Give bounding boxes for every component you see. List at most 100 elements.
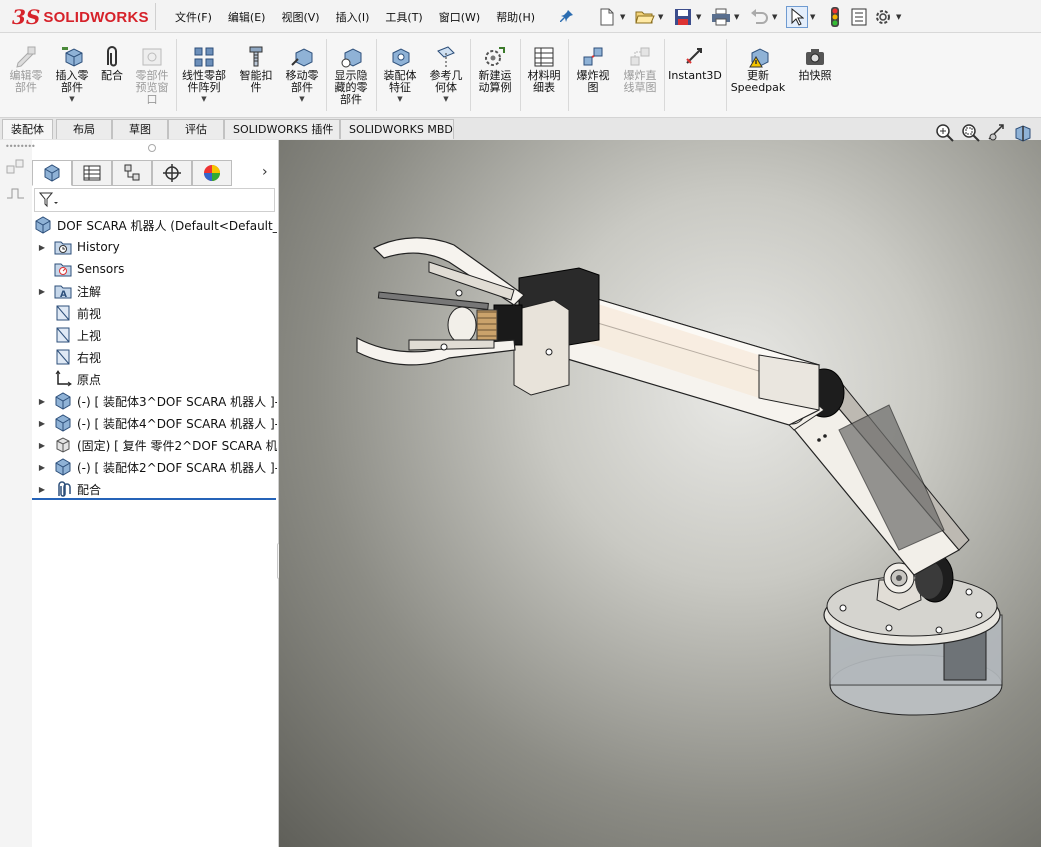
rebuild-traffic-light-icon[interactable] xyxy=(824,6,846,28)
chevron-down-icon[interactable]: ▼ xyxy=(734,13,742,21)
tree-root-node[interactable]: DOF SCARA 机器人 (Default<Default_D xyxy=(32,214,277,236)
tab-assembly[interactable]: 装配体 xyxy=(2,119,53,139)
explode-line-sketch-button[interactable]: 爆炸直线草图 xyxy=(618,37,662,115)
pin-icon[interactable] xyxy=(560,9,574,23)
chevron-right-icon[interactable]: › xyxy=(262,164,268,180)
update-speedpak-button[interactable]: 更新Speedpak xyxy=(728,37,788,115)
tab-sketch[interactable]: 草图 xyxy=(112,119,168,139)
select-pointer-icon[interactable] xyxy=(786,5,808,28)
tree-item-fixed-part[interactable]: ▶ (固定) [ 复件 零件2^DOF SCARA 机 xyxy=(32,434,277,456)
panel-grip-handle[interactable] xyxy=(148,144,156,152)
expand-arrow-icon[interactable]: ▶ xyxy=(36,419,48,428)
step-mini-icon[interactable] xyxy=(6,186,26,203)
tab-property-manager[interactable] xyxy=(72,160,112,186)
expand-arrow-icon[interactable]: ▶ xyxy=(36,441,48,450)
menu-window[interactable]: 窗口(W) xyxy=(439,9,480,25)
snapshot-button[interactable]: 拍快照 xyxy=(792,37,838,115)
tree-item-right-plane[interactable]: 右视 xyxy=(32,346,277,368)
exploded-view-button[interactable]: 爆炸视图 xyxy=(570,37,616,115)
instant3d-button[interactable]: Instant3D xyxy=(666,37,724,115)
file-properties-icon[interactable] xyxy=(848,6,870,28)
chevron-down-icon[interactable]: ▼ xyxy=(658,13,666,21)
zoom-to-fit-icon[interactable] xyxy=(934,122,956,144)
tree-item-subassembly2[interactable]: ▶ (-) [ 装配体2^DOF SCARA 机器人 ]- xyxy=(32,456,277,478)
chevron-down-icon[interactable]: ▼ xyxy=(299,95,304,103)
property-manager-icon xyxy=(83,165,101,181)
insert-component-button[interactable]: 插入零部件 ▼ xyxy=(50,37,94,115)
solidworks-logo[interactable]: 3S SOLIDWORKS xyxy=(12,5,149,29)
origin-icon xyxy=(54,370,72,388)
undo-icon[interactable] xyxy=(748,6,770,28)
tab-dimxpert-manager[interactable] xyxy=(152,160,192,186)
tree-rollback-bar[interactable] xyxy=(32,498,276,500)
component-preview-button[interactable]: 零部件预览窗口 xyxy=(130,37,174,115)
tree-item-origin[interactable]: 原点 xyxy=(32,368,277,390)
tree-item-history[interactable]: ▶ History xyxy=(32,236,277,258)
expand-arrow-icon[interactable]: ▶ xyxy=(36,485,48,494)
edit-component-button[interactable]: 编辑零部件 xyxy=(4,37,48,115)
menu-tools[interactable]: 工具(T) xyxy=(385,9,422,25)
tree-item-subassembly3[interactable]: ▶ (-) [ 装配体3^DOF SCARA 机器人 ]- xyxy=(32,390,277,412)
tree-item-top-plane[interactable]: 上视 xyxy=(32,324,277,346)
chevron-down-icon[interactable]: ▼ xyxy=(201,95,206,103)
assembly-mini-icon[interactable] xyxy=(6,158,26,179)
menu-insert[interactable]: 插入(I) xyxy=(336,9,370,25)
tab-display-manager[interactable] xyxy=(192,160,232,186)
options-gear-icon[interactable] xyxy=(872,6,894,28)
gripper-drive[interactable] xyxy=(377,291,523,346)
open-folder-icon[interactable] xyxy=(634,6,656,28)
expand-arrow-icon[interactable]: ▶ xyxy=(36,463,48,472)
tree-item-front-plane[interactable]: 前视 xyxy=(32,302,277,324)
move-component-button[interactable]: 移动零部件 ▼ xyxy=(280,37,324,115)
expand-arrow-icon[interactable]: ▶ xyxy=(36,397,48,406)
tab-evaluate[interactable]: 评估 xyxy=(168,119,224,139)
tree-item-mates[interactable]: ▶ 配合 xyxy=(32,478,277,500)
bom-button[interactable]: 材料明细表 xyxy=(522,37,566,115)
chevron-down-icon[interactable]: ▼ xyxy=(772,13,780,21)
chevron-down-icon[interactable]: ▼ xyxy=(397,95,402,103)
chevron-down-icon[interactable]: ▼ xyxy=(810,13,818,21)
chevron-down-icon[interactable]: ▼ xyxy=(696,13,704,21)
expand-arrow-icon[interactable]: ▶ xyxy=(36,243,48,252)
filter-icon[interactable] xyxy=(38,192,59,211)
menu-file[interactable]: 文件(F) xyxy=(175,9,212,25)
smart-fasteners-button[interactable]: 智能扣件 xyxy=(234,37,278,115)
tree-filter-box[interactable] xyxy=(34,188,275,212)
tab-configuration-manager[interactable] xyxy=(112,160,152,186)
previous-view-icon[interactable] xyxy=(986,122,1008,144)
assembly-features-button[interactable]: 装配体特征 ▼ xyxy=(378,37,422,115)
tree-item-sensors[interactable]: Sensors xyxy=(32,258,277,280)
section-view-icon[interactable] xyxy=(1012,122,1034,144)
graphics-area[interactable] xyxy=(279,140,1041,847)
tab-feature-tree[interactable] xyxy=(32,160,72,186)
tab-layout[interactable]: 布局 xyxy=(56,119,112,139)
scara-robot-model[interactable] xyxy=(279,140,1041,847)
show-hidden-components-button[interactable]: 显示隐藏的零部件 xyxy=(328,37,374,115)
paperclip-icon xyxy=(100,45,124,69)
print-icon[interactable] xyxy=(710,6,732,28)
ribbon-separator xyxy=(376,39,377,111)
save-icon[interactable] xyxy=(672,6,694,28)
reference-geometry-button[interactable]: 参考几何体 ▼ xyxy=(424,37,468,115)
chevron-down-icon[interactable]: ▼ xyxy=(69,95,74,103)
tab-solidworks-addins[interactable]: SOLIDWORKS 插件 xyxy=(224,119,340,139)
subassembly-icon xyxy=(54,458,72,476)
ribbon-separator xyxy=(568,39,569,111)
new-motion-study-button[interactable]: 新建运动算例 xyxy=(472,37,518,115)
linear-pattern-button[interactable]: 线性零部件阵列 ▼ xyxy=(178,37,230,115)
wrist-bracket[interactable] xyxy=(513,267,600,396)
chevron-down-icon[interactable]: ▼ xyxy=(443,95,448,103)
menu-help[interactable]: 帮助(H) xyxy=(496,9,535,25)
chevron-down-icon[interactable]: ▼ xyxy=(620,13,628,21)
history-folder-icon xyxy=(54,238,72,256)
tree-item-annotations[interactable]: ▶ A 注解 xyxy=(32,280,277,302)
tree-item-subassembly4[interactable]: ▶ (-) [ 装配体4^DOF SCARA 机器人 ]- xyxy=(32,412,277,434)
mate-button[interactable]: 配合 xyxy=(96,37,128,115)
menu-view[interactable]: 视图(V) xyxy=(281,9,319,25)
new-document-icon[interactable] xyxy=(596,6,618,28)
chevron-down-icon[interactable]: ▼ xyxy=(896,13,904,21)
expand-arrow-icon[interactable]: ▶ xyxy=(36,287,48,296)
menu-edit[interactable]: 编辑(E) xyxy=(228,9,266,25)
zoom-to-area-icon[interactable] xyxy=(960,122,982,144)
tab-solidworks-mbd[interactable]: SOLIDWORKS MBD xyxy=(340,119,454,139)
